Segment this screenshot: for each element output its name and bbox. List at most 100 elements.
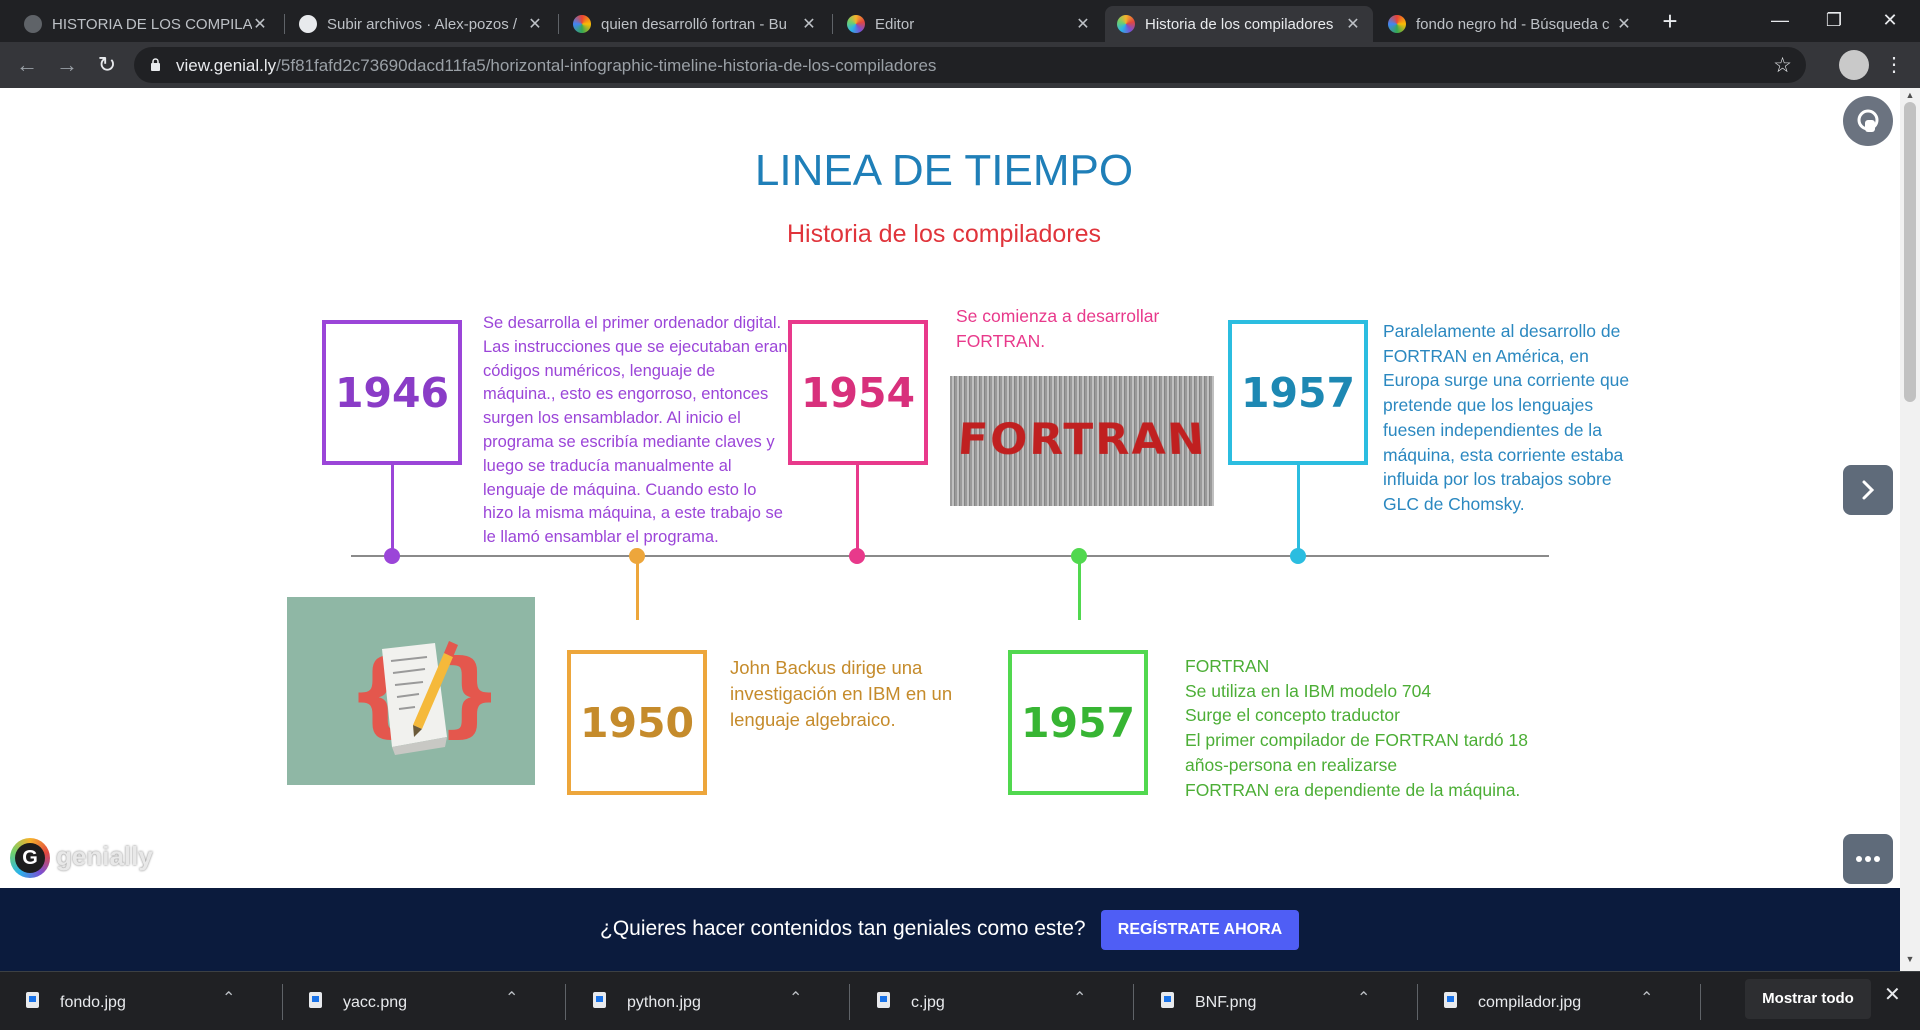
tab-title: Editor — [875, 15, 915, 33]
tab-google-search-fondo[interactable]: fondo negro hd - Búsqueda c ✕ — [1376, 6, 1644, 42]
tab-github-upload[interactable]: Subir archivos · Alex-pozos / ✕ — [287, 6, 555, 42]
tab-historia-compiladores-doc[interactable]: HISTORIA DE LOS COMPILAD ✕ — [12, 6, 280, 42]
download-item[interactable]: BNF.png ⌃ — [1135, 980, 1418, 1024]
close-tab-icon[interactable]: ✕ — [527, 14, 543, 34]
reload-icon[interactable]: ↻ — [92, 50, 122, 80]
genially-logo-letter: G — [15, 843, 45, 873]
download-item[interactable]: fondo.jpg ⌃ — [0, 980, 283, 1024]
bookmark-star-icon[interactable]: ☆ — [1773, 53, 1792, 78]
new-tab-button[interactable]: + — [1656, 8, 1684, 36]
tab-strip: HISTORIA DE LOS COMPILAD ✕ Subir archivo… — [0, 0, 1920, 42]
genially-icon — [1117, 15, 1135, 33]
downloads-bar: fondo.jpg ⌃ yacc.png ⌃ python.jpg ⌃ c.jp… — [0, 971, 1920, 1030]
timeline-stem — [391, 465, 394, 555]
fortran-image: FORTRAN — [950, 376, 1214, 506]
file-image-icon — [1161, 992, 1174, 1008]
download-item[interactable]: compilador.jpg ⌃ — [1418, 980, 1701, 1024]
github-icon — [299, 15, 317, 33]
page-scrollbar[interactable]: ▲ ▼ — [1900, 88, 1920, 971]
touch-icon — [1857, 109, 1879, 132]
event-text-1950: John Backus dirige una investigación en … — [730, 657, 958, 730]
download-item[interactable]: yacc.png ⌃ — [283, 980, 566, 1024]
chevron-up-icon[interactable]: ⌃ — [789, 988, 802, 1008]
timeline-stem — [1078, 556, 1081, 620]
fortran-image-label: FORTRAN — [956, 414, 1208, 465]
tab-title: HISTORIA DE LOS COMPILAD — [52, 15, 252, 33]
year-box-1957-blue: 1957 — [1228, 320, 1368, 465]
year-box-1957-green: 1957 — [1008, 650, 1148, 795]
forward-icon[interactable]: → — [52, 50, 82, 80]
year-box-1950: 1950 — [567, 650, 707, 795]
google-icon — [1388, 15, 1406, 33]
file-image-icon — [309, 992, 322, 1008]
lock-icon — [151, 58, 160, 71]
next-slide-button[interactable] — [1843, 465, 1893, 515]
restore-icon[interactable]: ❐ — [1806, 0, 1862, 40]
timeline-stem — [1297, 465, 1300, 555]
register-button[interactable]: REGÍSTRATE AHORA — [1101, 910, 1299, 950]
google-icon — [573, 15, 591, 33]
page-title: LINEA DE TIEMPO — [754, 146, 1134, 195]
show-all-downloads-button[interactable]: Mostrar todo — [1745, 979, 1871, 1019]
tab-historia-compiladores-active[interactable]: Historia de los compiladores ✕ — [1105, 6, 1373, 42]
tab-google-search-fortran[interactable]: quien desarrolló fortran - Bu ✕ — [561, 6, 829, 42]
promo-banner: ¿Quieres hacer contenidos tan geniales c… — [0, 888, 1900, 971]
chevron-up-icon[interactable]: ⌃ — [222, 988, 235, 1008]
tab-title: Subir archivos · Alex-pozos / — [327, 15, 518, 33]
timeline-dot — [849, 548, 865, 564]
close-tab-icon[interactable]: ✕ — [801, 14, 817, 34]
download-separator — [1133, 984, 1134, 1020]
chevron-up-icon[interactable]: ⌃ — [1357, 988, 1370, 1008]
chevron-up-icon[interactable]: ⌃ — [1640, 988, 1653, 1008]
tab-separator — [558, 14, 559, 34]
tab-title: fondo negro hd - Búsqueda c — [1416, 15, 1610, 33]
download-item[interactable]: python.jpg ⌃ — [567, 980, 850, 1024]
address-bar[interactable]: view.genial.ly/5f81fafd2c73690dacd11fa5/… — [134, 47, 1806, 83]
generic-site-icon — [24, 15, 42, 33]
close-tab-icon[interactable]: ✕ — [252, 14, 268, 34]
timeline-axis — [351, 555, 1549, 557]
scroll-up-icon[interactable]: ▲ — [1905, 90, 1915, 100]
close-tab-icon[interactable]: ✕ — [1075, 14, 1091, 34]
page-subtitle: Historia de los compiladores — [786, 220, 1102, 248]
download-filename: python.jpg — [627, 994, 701, 1011]
tab-title: quien desarrolló fortran - Bu — [601, 15, 787, 33]
chevron-right-icon — [1862, 480, 1875, 500]
close-window-icon[interactable]: ✕ — [1862, 0, 1918, 40]
timeline-dot — [384, 548, 400, 564]
tab-separator — [832, 14, 833, 34]
download-separator — [565, 984, 566, 1020]
download-item[interactable]: c.jpg ⌃ — [851, 980, 1134, 1024]
chevron-up-icon[interactable]: ⌃ — [1073, 988, 1086, 1008]
browser-menu-icon[interactable]: ⋮ — [1884, 50, 1904, 80]
close-downloads-icon[interactable]: ✕ — [1884, 982, 1901, 1007]
minimize-icon[interactable]: — — [1752, 0, 1808, 40]
event-text-1957-green: FORTRAN Se utiliza en la IBM modelo 704 … — [1185, 656, 1528, 800]
more-dots-icon — [1856, 856, 1880, 862]
promo-banner-text: ¿Quieres hacer contenidos tan geniales c… — [600, 917, 1086, 940]
genially-logo-icon[interactable]: G — [10, 838, 50, 878]
genially-logo-text[interactable]: genially — [56, 841, 153, 872]
download-filename: compilador.jpg — [1478, 994, 1582, 1011]
chevron-up-icon[interactable]: ⌃ — [505, 988, 518, 1008]
scroll-thumb[interactable] — [1904, 102, 1916, 402]
timeline-dot — [1290, 548, 1306, 564]
url-text: view.genial.ly/5f81fafd2c73690dacd11fa5/… — [176, 56, 936, 76]
close-tab-icon[interactable]: ✕ — [1616, 14, 1632, 34]
file-image-icon — [877, 992, 890, 1008]
browser-toolbar: ← → ↻ view.genial.ly/5f81fafd2c73690dacd… — [0, 42, 1920, 88]
scroll-down-icon[interactable]: ▼ — [1905, 954, 1915, 964]
fullscreen-toggle-button[interactable] — [1843, 96, 1893, 146]
close-tab-icon[interactable]: ✕ — [1345, 14, 1361, 34]
tab-title: Historia de los compiladores — [1145, 15, 1334, 33]
profile-avatar[interactable] — [1839, 50, 1869, 80]
more-options-button[interactable] — [1843, 834, 1893, 884]
download-filename: BNF.png — [1195, 994, 1257, 1011]
url-path: /5f81fafd2c73690dacd11fa5/horizontal-inf… — [276, 56, 937, 75]
year-box-1946: 1946 — [322, 320, 462, 465]
download-filename: c.jpg — [911, 994, 945, 1011]
file-image-icon — [1444, 992, 1457, 1008]
tab-editor[interactable]: Editor ✕ — [835, 6, 1103, 42]
event-text-1954: Se comienza a desarrollar FORTRAN. — [956, 306, 1165, 351]
back-icon[interactable]: ← — [12, 50, 42, 80]
